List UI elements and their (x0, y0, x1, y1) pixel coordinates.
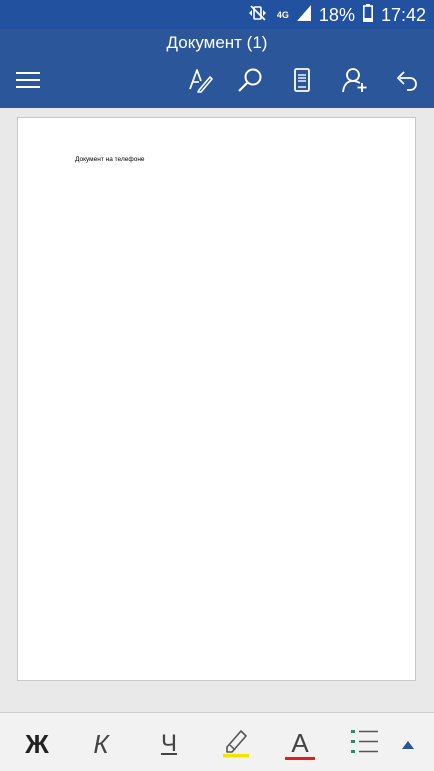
mobile-view-icon (293, 68, 311, 92)
signal-icon (296, 4, 311, 26)
format-toolbar: Ж К Ч A (0, 712, 434, 771)
font-color-swatch (285, 756, 315, 760)
expand-ribbon-button[interactable] (398, 735, 418, 755)
network-type: 4G (276, 9, 289, 20)
bold-button[interactable]: Ж (20, 727, 54, 761)
underline-button[interactable]: Ч (152, 727, 186, 761)
mute-vibrate-icon (247, 4, 269, 27)
undo-button[interactable] (389, 63, 423, 97)
menu-icon (15, 71, 41, 89)
battery-percent: 18% (318, 5, 355, 25)
document-title[interactable]: Документ (1) (0, 33, 434, 53)
triangle-up-icon (398, 741, 418, 759)
document-canvas[interactable]: Документ на телефоне (0, 108, 434, 712)
clock: 17:42 (380, 5, 426, 25)
document-page[interactable]: Документ на телефоне (17, 117, 416, 681)
app-bar: Документ (1) (0, 29, 434, 108)
share-person-icon (342, 67, 368, 93)
mobile-view-button[interactable] (285, 63, 319, 97)
bullet-list-icon (350, 727, 380, 762)
search-icon (237, 67, 263, 93)
search-button[interactable] (233, 63, 267, 97)
edit-pen-icon (188, 67, 214, 93)
edit-button[interactable] (184, 63, 218, 97)
list-button[interactable] (348, 727, 382, 761)
status-icons: 4G 18% 17:42 (247, 3, 426, 27)
highlighter-icon (219, 726, 253, 763)
font-color-button[interactable]: A (282, 727, 318, 761)
status-bar: 4G 18% 17:42 (0, 0, 434, 29)
highlight-button[interactable] (218, 727, 254, 761)
battery-icon (362, 3, 373, 27)
undo-icon (394, 68, 418, 92)
menu-button[interactable] (11, 63, 45, 97)
italic-button[interactable]: К (84, 727, 118, 761)
document-text[interactable]: Документ на телефоне (75, 156, 145, 164)
share-button[interactable] (338, 63, 372, 97)
font-color-letter: A (291, 727, 309, 758)
